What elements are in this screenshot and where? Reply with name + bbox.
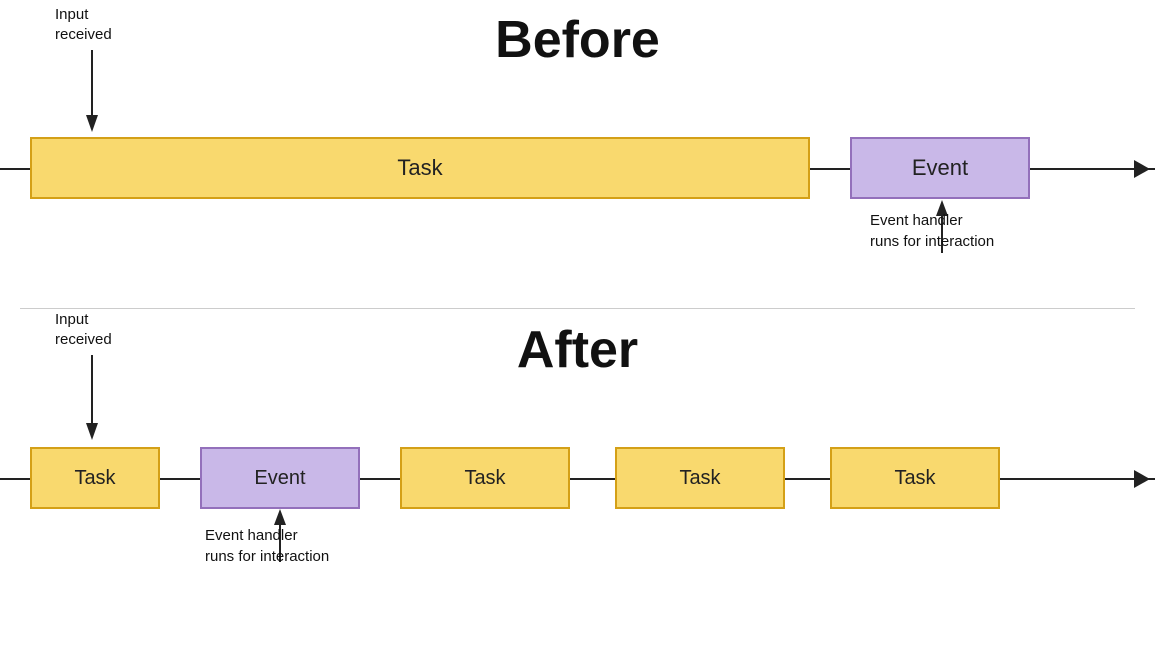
after-task-label-2: Task [464,467,505,490]
after-input-arrow [82,355,102,450]
after-task-box-3: Task [615,447,785,509]
after-task-label-3: Task [679,467,720,490]
before-task-box: Task [30,137,810,199]
after-task-label-1: Task [74,467,115,490]
before-input-received-label: Inputreceived [55,5,112,44]
diagram-container: Before Inputreceived Task Event Event ha… [0,0,1155,647]
before-event-label: Event [912,155,968,181]
after-task-box-4: Task [830,447,1000,509]
before-task-label: Task [397,155,442,181]
before-arrow-right [1134,160,1150,178]
before-event-box: Event [850,137,1030,199]
after-task-box-1: Task [30,447,160,509]
after-task-label-4: Task [894,467,935,490]
after-arrow-right [1134,470,1150,488]
before-event-handler-label: Event handlerruns for interaction [870,210,994,252]
after-event-handler-label: Event handlerruns for interaction [205,525,329,567]
after-input-received-label: Inputreceived [55,310,112,349]
section-divider [20,308,1135,309]
before-input-arrow [82,50,102,140]
before-title: Before [495,10,660,70]
after-title: After [517,320,638,380]
after-event-label: Event [254,467,305,490]
after-task-box-2: Task [400,447,570,509]
before-section: Before Inputreceived Task Event Event ha… [0,0,1155,310]
after-section: After Inputreceived Task Event Task Task… [0,310,1155,647]
after-event-box: Event [200,447,360,509]
